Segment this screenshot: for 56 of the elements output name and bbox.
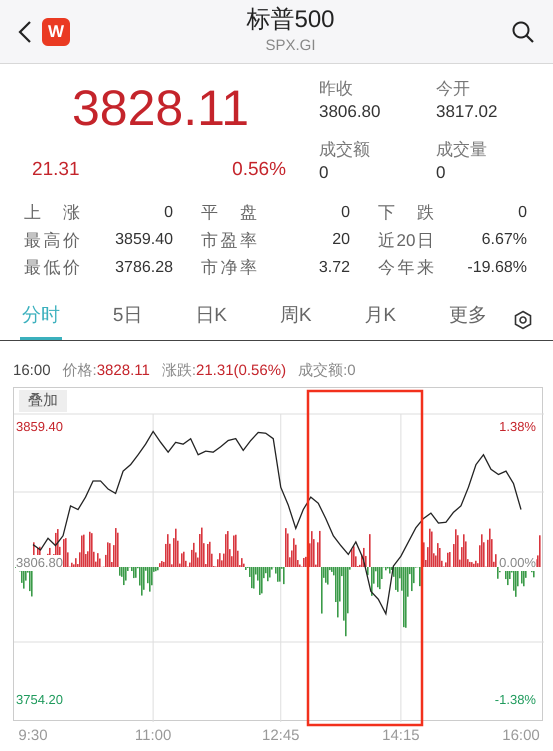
info-value: 0 bbox=[347, 361, 356, 382]
chart-tab[interactable]: 周K bbox=[278, 302, 314, 340]
stat-label: 近20日 bbox=[378, 230, 434, 252]
stat-value: -19.68% bbox=[467, 258, 527, 278]
stat-label: 最低价 bbox=[24, 257, 80, 279]
field-value: 3806.80 bbox=[319, 101, 382, 123]
stat-value: 0 bbox=[164, 202, 173, 223]
stat-label: 最高价 bbox=[24, 230, 80, 252]
stat-label: 平盘 bbox=[201, 202, 257, 224]
axis-label: 0.00% bbox=[499, 554, 536, 570]
axis-label: 3859.40 bbox=[16, 418, 63, 434]
page-title: 标普500 bbox=[246, 5, 335, 36]
chart-time: 16:00 bbox=[13, 361, 51, 382]
price-change: 21.31 bbox=[32, 158, 80, 182]
info-label: 成交额: bbox=[298, 361, 348, 382]
time-label: 16:00 bbox=[502, 726, 540, 746]
chart-tab[interactable]: 日K bbox=[193, 302, 229, 340]
chart-tab[interactable]: 5日 bbox=[110, 302, 144, 340]
axis-label: -1.38% bbox=[494, 692, 536, 708]
field-label: 今开 bbox=[436, 78, 471, 100]
stat-value: 3859.40 bbox=[115, 230, 173, 250]
info-value: 21.31(0.56%) bbox=[196, 361, 286, 382]
field-label: 成交量 bbox=[436, 139, 488, 161]
time-label: 11:00 bbox=[134, 726, 172, 746]
stat-value: 6.67% bbox=[482, 230, 527, 250]
stat-label: 市净率 bbox=[201, 257, 257, 279]
stat-label: 下跌 bbox=[378, 202, 434, 224]
field-value: 3817.02 bbox=[436, 101, 498, 123]
field-value: 0 bbox=[319, 162, 330, 184]
stat-value: 20 bbox=[332, 230, 350, 250]
time-label: 9:30 bbox=[18, 726, 48, 746]
field-label: 昨收 bbox=[319, 78, 354, 100]
percent-change: 0.56% bbox=[232, 158, 286, 182]
info-value: 3828.11 bbox=[96, 361, 150, 382]
stat-value: 3786.28 bbox=[115, 258, 173, 278]
stat-label: 今年来 bbox=[378, 257, 434, 279]
field-value: 0 bbox=[436, 162, 446, 184]
overlay-button[interactable]: 叠加 bbox=[19, 390, 67, 412]
field-label: 成交额 bbox=[319, 139, 371, 161]
axis-label: 1.38% bbox=[499, 418, 536, 434]
time-label: 14:15 bbox=[382, 726, 420, 746]
stat-value: 3.72 bbox=[318, 258, 350, 278]
stat-value: 0 bbox=[341, 202, 350, 223]
info-label: 涨跌: bbox=[162, 361, 196, 382]
current-price: 3828.11 bbox=[72, 79, 250, 138]
stat-label: 上涨 bbox=[24, 202, 80, 224]
chart-tab[interactable]: 更多 bbox=[446, 302, 489, 340]
axis-label: 3806.80 bbox=[16, 555, 63, 571]
stat-value: 0 bbox=[518, 202, 527, 223]
chart-tab[interactable]: 月K bbox=[362, 302, 398, 340]
time-label: 12:45 bbox=[262, 726, 300, 746]
stat-label: 市盈率 bbox=[201, 230, 257, 252]
info-label: 价格: bbox=[62, 361, 97, 382]
ticker-code: SPX.GI bbox=[265, 36, 316, 56]
axis-label: 3754.20 bbox=[16, 692, 63, 708]
app-logo[interactable]: W bbox=[42, 18, 70, 46]
